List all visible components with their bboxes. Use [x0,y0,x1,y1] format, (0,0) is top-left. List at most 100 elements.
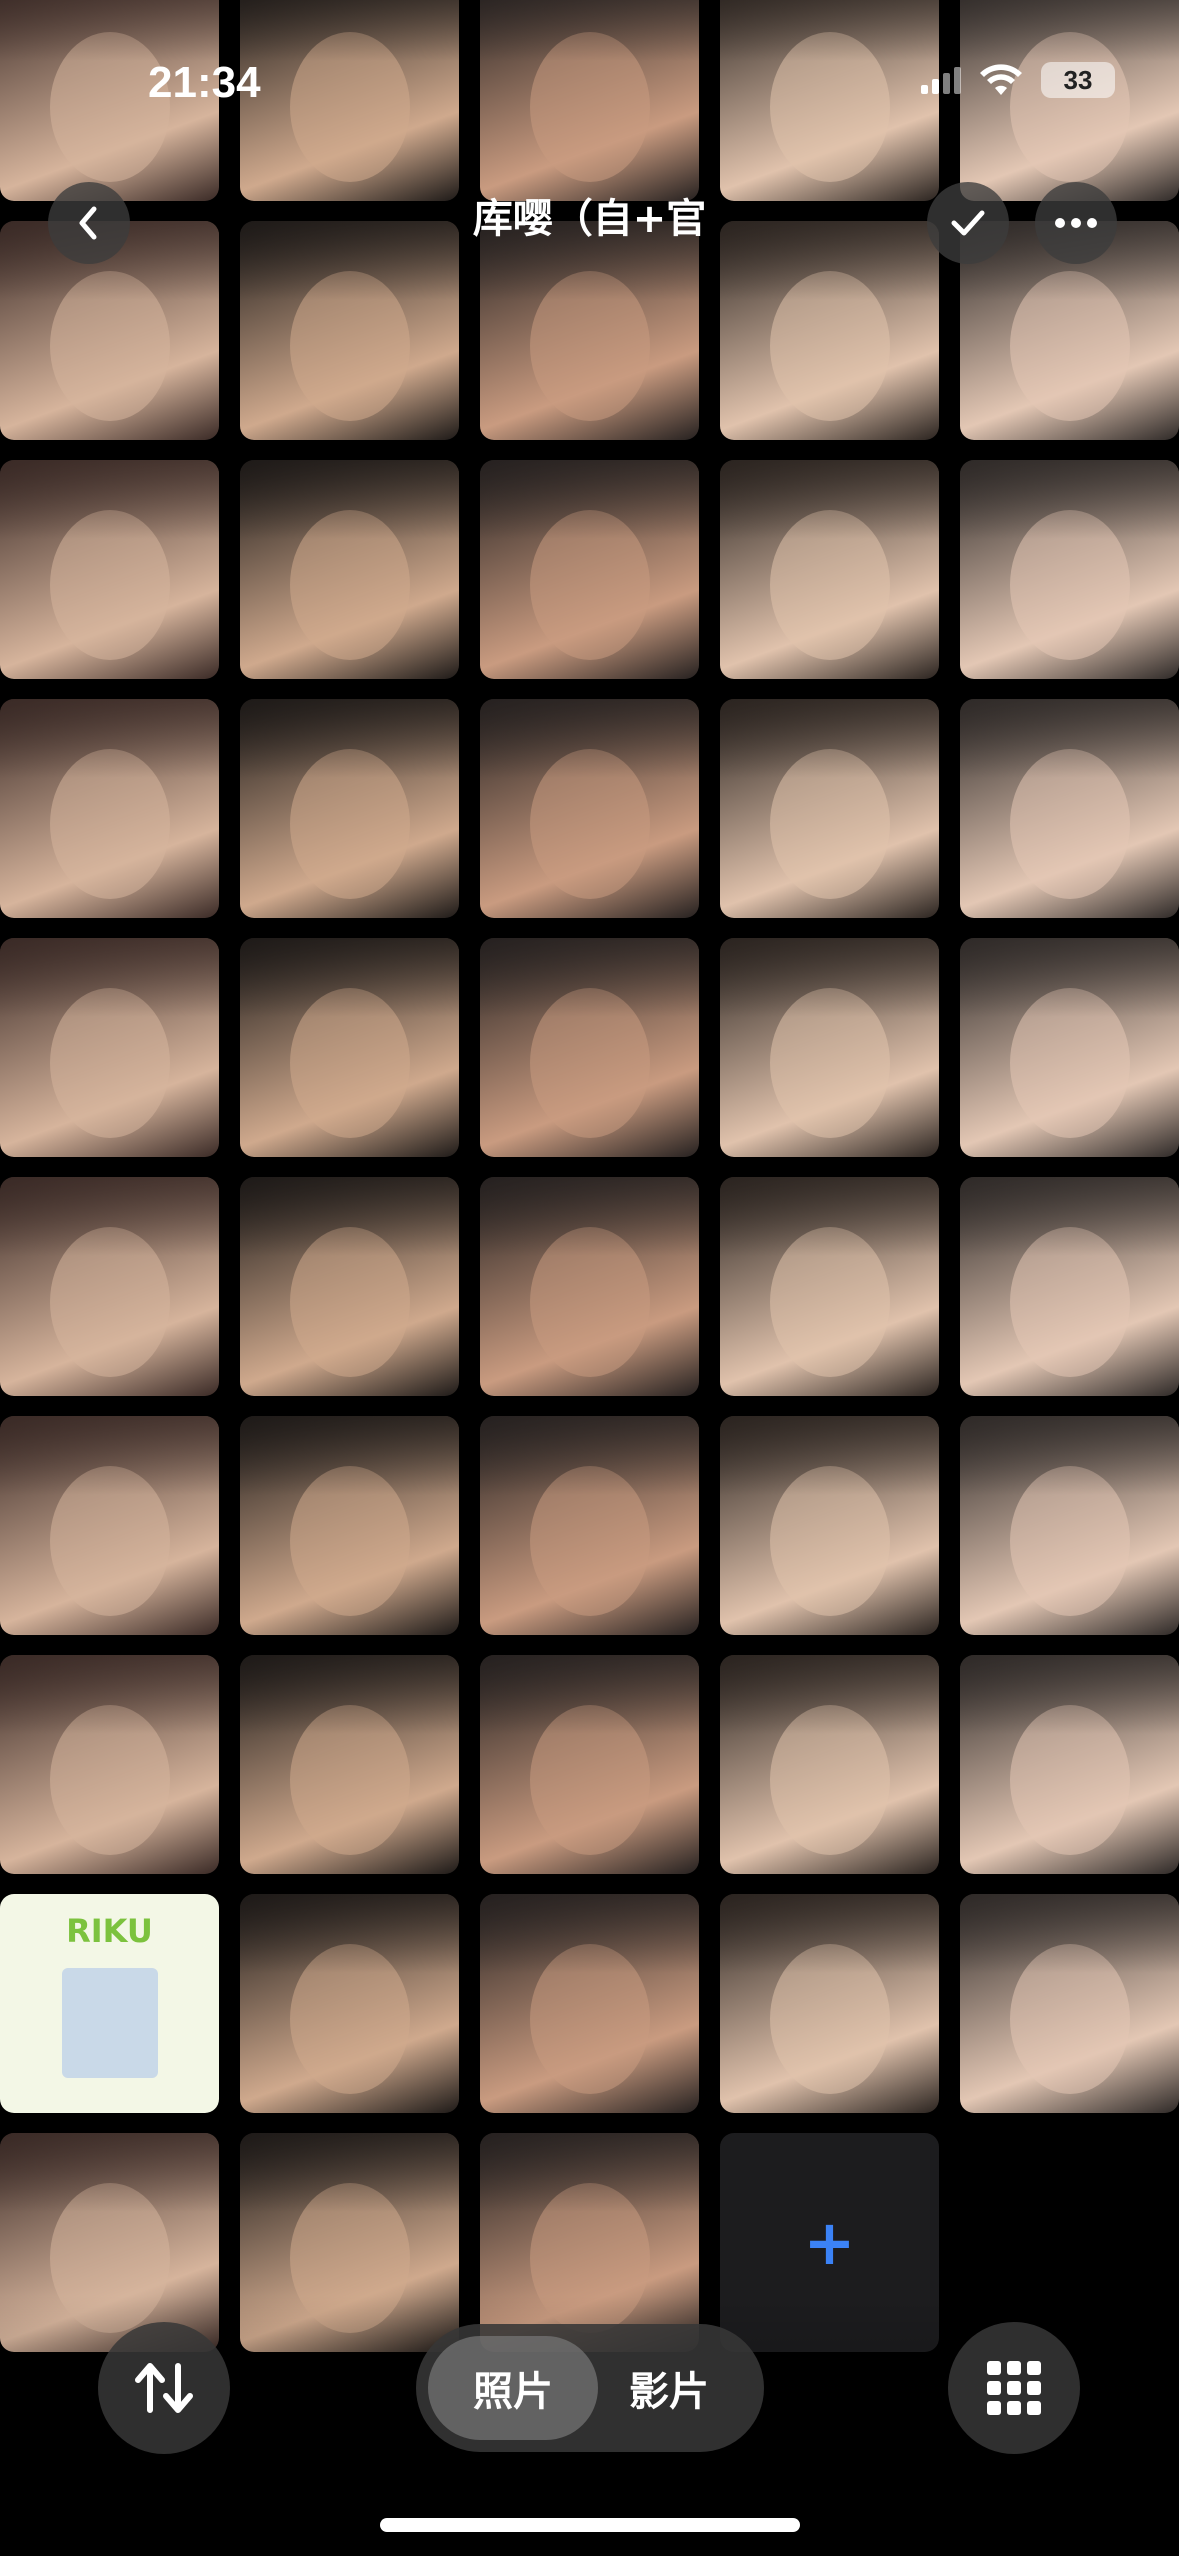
photo-thumbnail[interactable] [480,1655,699,1874]
photo-thumbnail[interactable] [960,1416,1179,1635]
grid-icon [987,2361,1041,2415]
photo-shade [480,1894,699,1973]
photo-thumbnail[interactable] [720,460,939,679]
photo-shade [0,1416,219,1495]
photo-shade [240,1177,459,1256]
photo-thumbnail[interactable] [480,0,699,201]
media-type-segmented-control: 照片 影片 [416,2324,764,2452]
photo-shade [480,1177,699,1256]
status-icons: 33 [921,62,1115,98]
cellular-signal-icon [921,66,961,94]
photo-shade [480,460,699,539]
photo-thumbnail[interactable] [240,460,459,679]
photo-shade [0,2133,219,2212]
photo-thumbnail[interactable] [240,1416,459,1635]
photo-shade [240,2133,459,2212]
photo-shade [0,1655,219,1734]
photo-thumbnail[interactable] [960,1177,1179,1396]
photo-thumbnail[interactable] [0,699,219,918]
photo-shade [240,1416,459,1495]
photo-shade [480,0,699,61]
photo-thumbnail[interactable] [960,460,1179,679]
photo-thumbnail[interactable] [240,699,459,918]
sort-button[interactable] [98,2322,230,2454]
photo-thumbnail[interactable] [480,1416,699,1635]
poster-title: RIKU [66,1912,153,1950]
photo-shade [240,460,459,539]
photo-thumbnail[interactable] [720,1894,939,2113]
photo-thumbnail[interactable] [960,938,1179,1157]
photo-thumbnail[interactable] [240,1894,459,2113]
photo-thumbnail[interactable] [720,1177,939,1396]
photo-thumbnail[interactable] [240,1177,459,1396]
photo-shade [0,1177,219,1256]
photo-shade [960,1894,1179,1973]
tab-videos[interactable]: 影片 [584,2336,754,2440]
photo-thumbnail[interactable] [480,460,699,679]
tab-photos[interactable]: 照片 [428,2336,598,2440]
photo-shade [720,460,939,539]
photo-thumbnail[interactable] [720,699,939,918]
battery-indicator: 33 [1041,62,1115,98]
photo-shade [720,699,939,778]
photo-thumbnail[interactable] [240,0,459,201]
plus-icon: + [803,2205,856,2279]
ellipsis-icon [1055,218,1097,228]
photo-shade [960,460,1179,539]
photo-shade [480,1416,699,1495]
album-screen: RIKU + 21:34 33 库嘤（自+官 照片 影片 [0,0,1179,2556]
poster-photo [62,1968,158,2078]
photo-thumbnail[interactable] [720,1416,939,1635]
photo-shade [720,1416,939,1495]
photo-thumbnail[interactable] [240,938,459,1157]
photo-shade [240,1655,459,1734]
photo-shade [960,938,1179,1017]
home-indicator[interactable] [380,2518,800,2532]
photo-thumbnail[interactable] [720,1655,939,1874]
photo-shade [720,0,939,61]
photo-shade [240,1894,459,1973]
photo-shade [960,1416,1179,1495]
photo-thumbnail[interactable] [240,221,459,440]
photo-thumbnail[interactable] [960,699,1179,918]
photo-shade [0,938,219,1017]
photo-thumbnail[interactable] [960,1655,1179,1874]
select-button[interactable] [927,182,1009,264]
photo-thumbnail[interactable] [480,221,699,440]
photo-thumbnail[interactable] [0,1416,219,1635]
photo-thumbnail[interactable] [0,460,219,679]
photo-shade [720,938,939,1017]
photo-thumbnail[interactable] [0,1177,219,1396]
checkmark-icon [951,210,985,236]
photo-shade [720,1894,939,1973]
photo-shade [720,1177,939,1256]
more-button[interactable] [1035,182,1117,264]
photo-shade [720,1655,939,1734]
photo-shade [480,699,699,778]
photo-shade [960,699,1179,778]
photo-thumbnail[interactable] [480,1177,699,1396]
photo-thumbnail[interactable]: RIKU [0,1894,219,2113]
sort-arrows-icon [135,2363,193,2413]
photo-shade [240,0,459,61]
grid-view-button[interactable] [948,2322,1080,2454]
photo-thumbnail[interactable] [240,1655,459,1874]
photo-shade [960,0,1179,61]
photo-thumbnail[interactable] [0,1655,219,1874]
photo-thumbnail[interactable] [720,938,939,1157]
photo-thumbnail[interactable] [960,1894,1179,2113]
photo-shade [480,1655,699,1734]
photo-thumbnail[interactable] [480,699,699,918]
photo-shade [240,938,459,1017]
photo-shade [0,460,219,539]
photo-shade [240,699,459,778]
photo-thumbnail[interactable] [0,938,219,1157]
photo-shade [0,0,219,61]
photo-thumbnail[interactable] [720,221,939,440]
photo-thumbnail[interactable] [480,938,699,1157]
photo-shade [480,2133,699,2212]
photo-thumbnail[interactable] [720,0,939,201]
photo-thumbnail[interactable] [480,1894,699,2113]
photo-thumbnail[interactable] [960,0,1179,201]
photo-shade [960,1177,1179,1256]
